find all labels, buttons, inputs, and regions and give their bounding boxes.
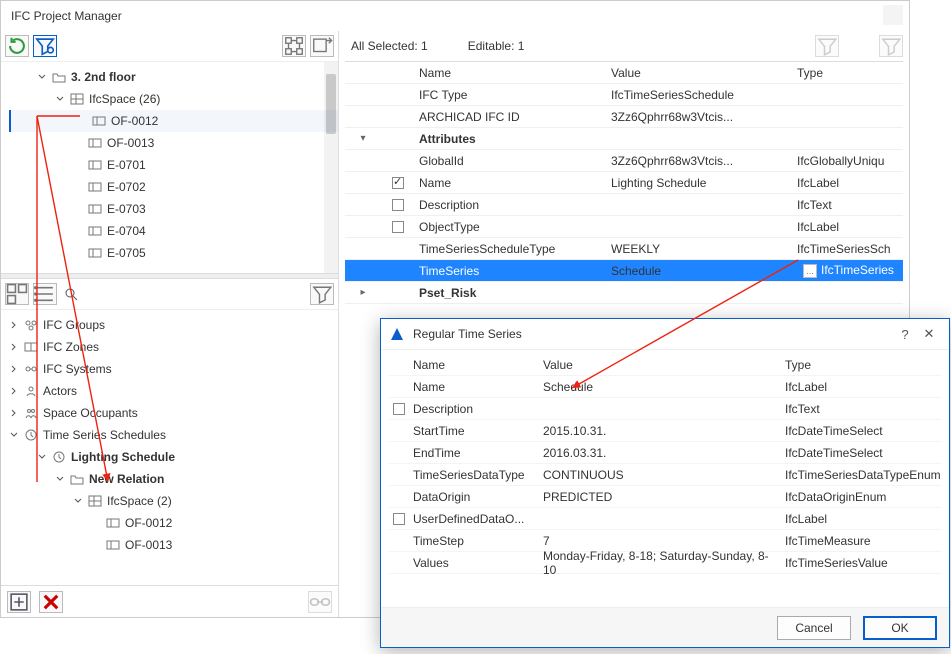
- row-timeseries[interactable]: TimeSeries Schedule …IfcTimeSeries: [345, 260, 903, 282]
- prop-filter-button-2[interactable]: [879, 35, 903, 57]
- cancel-button[interactable]: Cancel: [777, 616, 851, 640]
- drow-userdef[interactable]: UserDefinedDataO...IfcLabel: [389, 508, 941, 530]
- layout-mode-button[interactable]: [282, 35, 306, 57]
- tree-ifc-zones[interactable]: IFC Zones: [9, 336, 338, 358]
- filter-visibility-button[interactable]: [33, 35, 57, 57]
- filter-text-button[interactable]: [310, 283, 334, 305]
- link-button[interactable]: [308, 591, 332, 613]
- drow-values[interactable]: ValuesMonday-Friday, 8-18; Saturday-Sund…: [389, 552, 941, 574]
- space-icon: [105, 516, 121, 530]
- space-icon: [87, 246, 103, 260]
- dialog-title: Regular Time Series: [413, 327, 893, 341]
- refresh-button[interactable]: [5, 35, 29, 57]
- space-icon: [87, 180, 103, 194]
- space-icon: [87, 136, 103, 150]
- search-icon[interactable]: [61, 287, 81, 301]
- regular-time-series-dialog: Regular Time Series ? ✕ Name Value Type …: [380, 318, 950, 648]
- app-logo-icon: [389, 326, 405, 342]
- space-icon: [87, 158, 103, 172]
- groups-icon: [23, 318, 39, 332]
- actors-icon: [23, 384, 39, 398]
- section-pset-risk[interactable]: ▸ Pset_Risk: [345, 282, 903, 304]
- row-tss-type[interactable]: TimeSeriesScheduleType WEEKLY IfcTimeSer…: [345, 238, 903, 260]
- tree-item-e0703[interactable]: E-0703: [9, 198, 338, 220]
- drow-description[interactable]: DescriptionIfcText: [389, 398, 941, 420]
- ifcspace-icon: [69, 92, 85, 106]
- tree-ifc-groups[interactable]: IFC Groups: [9, 314, 338, 336]
- window-title-bar: IFC Project Manager: [1, 1, 909, 31]
- drow-tsdatatype[interactable]: TimeSeriesDataTypeCONTINUOUSIfcTimeSerie…: [389, 464, 941, 486]
- tree-groups-button[interactable]: [5, 283, 29, 305]
- row-ifc-type[interactable]: IFC Type IfcTimeSeriesSchedule: [345, 84, 903, 106]
- checkbox-description[interactable]: [392, 199, 404, 211]
- tree-rel-of0012[interactable]: OF-0012: [9, 512, 338, 534]
- window-title: IFC Project Manager: [11, 9, 122, 23]
- row-name[interactable]: Name Lighting Schedule IfcLabel: [345, 172, 903, 194]
- space-icon: [91, 114, 107, 128]
- drow-dataorigin[interactable]: DataOriginPREDICTEDIfcDataOriginEnum: [389, 486, 941, 508]
- space-icon: [105, 538, 121, 552]
- occupants-icon: [23, 406, 39, 420]
- add-button[interactable]: [7, 591, 31, 613]
- clock-icon: [51, 450, 67, 464]
- tree-item-of0012[interactable]: OF-0012: [9, 110, 338, 132]
- tree-list-button[interactable]: [33, 283, 57, 305]
- zones-icon: [23, 340, 39, 354]
- clock-icon: [23, 428, 39, 442]
- drow-endtime[interactable]: EndTime2016.03.31.IfcDateTimeSelect: [389, 442, 941, 464]
- row-archicad-id[interactable]: ARCHICAD IFC ID 3Zz6Qphrr68w3Vtcis...: [345, 106, 903, 128]
- dcheckbox-userdef[interactable]: [393, 513, 405, 525]
- tree-space-occupants[interactable]: Space Occupants: [9, 402, 338, 424]
- row-objecttype[interactable]: ObjectType IfcLabel: [345, 216, 903, 238]
- tree-ifcspace[interactable]: IfcSpace (26): [9, 88, 338, 110]
- tree-actors[interactable]: Actors: [9, 380, 338, 402]
- space-icon: [87, 224, 103, 238]
- overflow-button[interactable]: [310, 35, 334, 57]
- close-window-button[interactable]: [883, 5, 903, 25]
- ifcspace-icon: [87, 494, 103, 508]
- prop-filter-button-1[interactable]: [815, 35, 839, 57]
- section-attributes[interactable]: ▾ Attributes: [345, 128, 903, 150]
- tree-tss[interactable]: Time Series Schedules: [9, 424, 338, 446]
- drow-starttime[interactable]: StartTime2015.10.31.IfcDateTimeSelect: [389, 420, 941, 442]
- dialog-grid: Name Value Type NameScheduleIfcLabel Des…: [381, 349, 949, 578]
- property-grid: Name Value Type IFC Type IfcTimeSeriesSc…: [345, 61, 903, 304]
- tree-new-relation[interactable]: New Relation: [9, 468, 338, 490]
- tree-item-e0705[interactable]: E-0705: [9, 242, 338, 264]
- tree-ifcspace2[interactable]: IfcSpace (2): [9, 490, 338, 512]
- dcheckbox-description[interactable]: [393, 403, 405, 415]
- checkbox-name[interactable]: [392, 177, 404, 189]
- tree-floor[interactable]: 3. 2nd floor: [9, 66, 338, 88]
- folder-icon: [51, 70, 67, 84]
- ok-button[interactable]: OK: [863, 616, 937, 640]
- systems-icon: [23, 362, 39, 376]
- folder-icon: [69, 472, 85, 486]
- space-icon: [87, 202, 103, 216]
- selection-count: All Selected: 1: [351, 39, 428, 53]
- editable-count: Editable: 1: [468, 39, 525, 53]
- tree-rel-of0013[interactable]: OF-0013: [9, 534, 338, 556]
- tree-item-of0013[interactable]: OF-0013: [9, 132, 338, 154]
- checkbox-objecttype[interactable]: [392, 221, 404, 233]
- dialog-help-button[interactable]: ?: [893, 327, 917, 342]
- delete-button[interactable]: [39, 591, 63, 613]
- timeseries-ellipsis-button[interactable]: …: [803, 264, 817, 278]
- row-globalid[interactable]: GlobalId 3Zz6Qphrr68w3Vtcis... IfcGlobal…: [345, 150, 903, 172]
- tree-pane: 3. 2nd floor IfcSpace (26) OF-0012: [1, 31, 339, 617]
- row-description[interactable]: Description IfcText: [345, 194, 903, 216]
- tree-item-e0701[interactable]: E-0701: [9, 154, 338, 176]
- tree-item-e0704[interactable]: E-0704: [9, 220, 338, 242]
- tree-ifc-systems[interactable]: IFC Systems: [9, 358, 338, 380]
- dialog-close-button[interactable]: ✕: [917, 326, 941, 342]
- tree-item-e0702[interactable]: E-0702: [9, 176, 338, 198]
- drow-name[interactable]: NameScheduleIfcLabel: [389, 376, 941, 398]
- tree-lighting-schedule[interactable]: Lighting Schedule: [9, 446, 338, 468]
